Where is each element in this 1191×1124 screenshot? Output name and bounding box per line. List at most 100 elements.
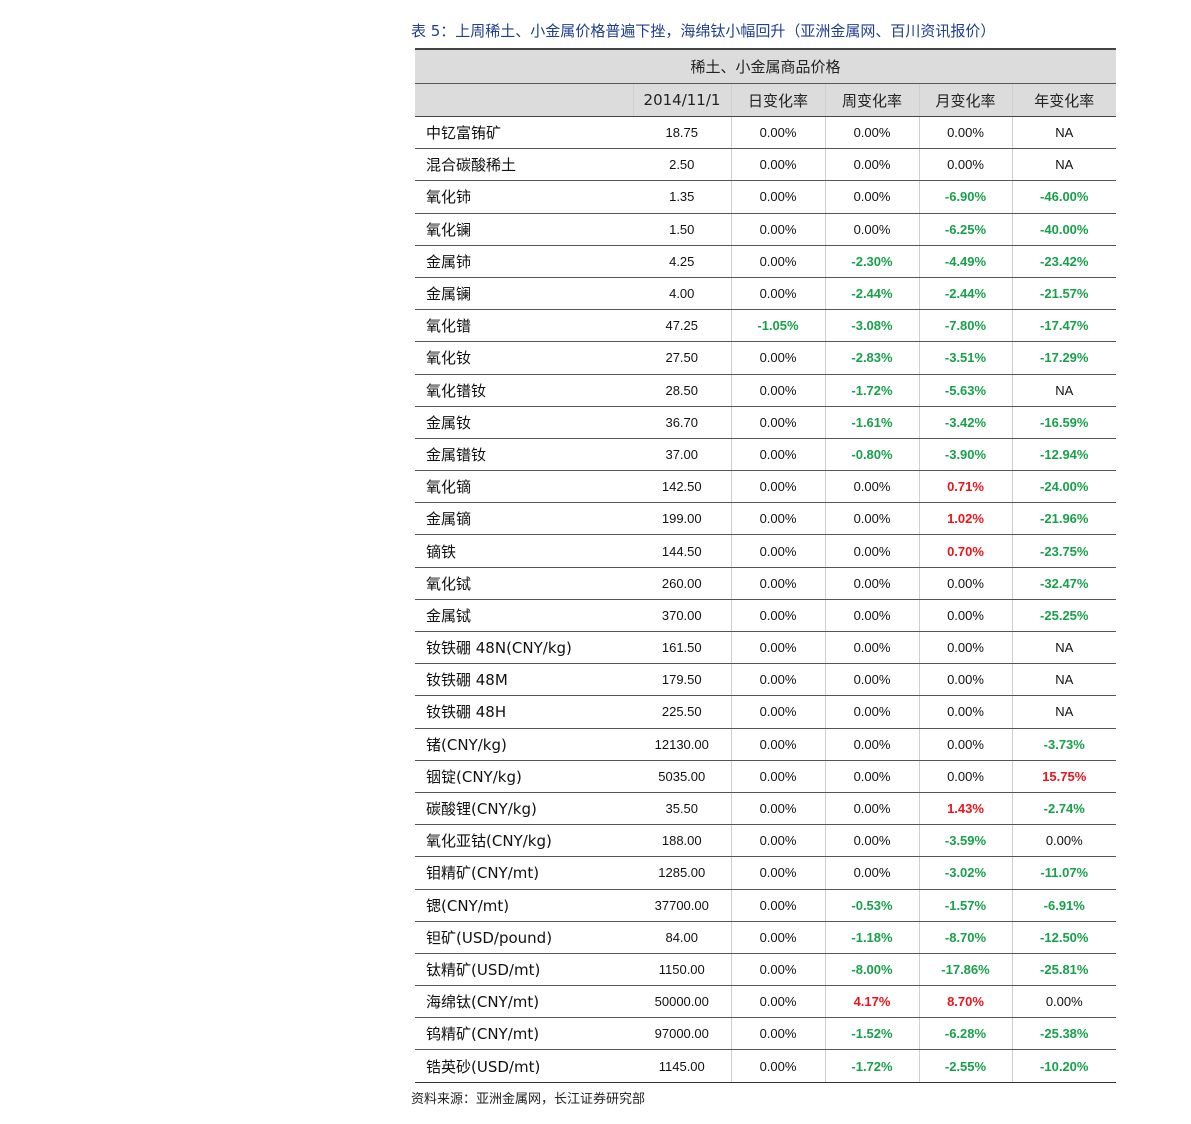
table-group-header: 稀土、小金属商品价格 <box>415 48 1117 84</box>
cell-price: 1150.00 <box>633 953 731 987</box>
column-header-monthly-change: 月变化率 <box>918 83 1012 117</box>
cell-weekly-change: 0.00% <box>824 824 919 858</box>
cell-yearly-change: -23.42% <box>1011 245 1117 278</box>
cell-daily-change: 0.00% <box>730 470 825 504</box>
cell-name: 氧化钕 <box>415 341 633 375</box>
cell-yearly-change: -12.50% <box>1011 921 1117 954</box>
table-row: 金属镨钕 37.00 0.00% -0.80% -3.90% -12.94% <box>415 438 1117 472</box>
cell-name: 锗(CNY/kg) <box>415 728 633 761</box>
cell-yearly-change: NA <box>1011 374 1117 407</box>
cell-name: 氧化镧 <box>415 213 633 246</box>
cell-daily-change: 0.00% <box>730 406 825 439</box>
cell-price: 179.50 <box>633 663 731 697</box>
cell-monthly-change: 0.00% <box>918 663 1012 697</box>
cell-yearly-change: 0.00% <box>1011 985 1117 1019</box>
table-row: 金属镝 199.00 0.00% 0.00% 1.02% -21.96% <box>415 502 1117 536</box>
table-row: 海绵钛(CNY/mt) 50000.00 0.00% 4.17% 8.70% 0.00% <box>415 985 1117 1019</box>
cell-price: 1.35 <box>633 180 731 214</box>
cell-name: 钽矿(USD/pound) <box>415 921 633 954</box>
cell-daily-change: 0.00% <box>730 502 825 536</box>
cell-yearly-change: -16.59% <box>1011 406 1117 439</box>
cell-yearly-change: -32.47% <box>1011 567 1117 600</box>
cell-price: 37700.00 <box>633 889 731 922</box>
table-row: 钕铁硼 48H 225.50 0.00% 0.00% 0.00% NA <box>415 695 1117 729</box>
table-row: 氧化镧 1.50 0.00% 0.00% -6.25% -40.00% <box>415 213 1117 246</box>
cell-daily-change: 0.00% <box>730 438 825 472</box>
cell-daily-change: 0.00% <box>730 792 825 826</box>
cell-monthly-change: -17.86% <box>918 953 1012 987</box>
cell-price: 199.00 <box>633 502 731 536</box>
cell-price: 36.70 <box>633 406 731 439</box>
cell-monthly-change: 0.00% <box>918 631 1012 665</box>
cell-monthly-change: -2.55% <box>918 1049 1012 1083</box>
table-body: 中钇富铕矿 18.75 0.00% 0.00% 0.00% NA 混合碳酸稀土 2.50 0.0… <box>415 116 1117 1083</box>
table-row: 金属铈 4.25 0.00% -2.30% -4.49% -23.42% <box>415 245 1117 278</box>
cell-name: 钨精矿(CNY/mt) <box>415 1017 633 1051</box>
cell-price: 1145.00 <box>633 1049 731 1083</box>
table-caption: 表 5：上周稀土、小金属价格普遍下挫，海绵钛小幅回升（亚洲金属网、百川资讯报价） <box>411 22 996 40</box>
cell-monthly-change: -7.80% <box>918 309 1012 343</box>
cell-yearly-change: -11.07% <box>1011 856 1117 890</box>
cell-price: 47.25 <box>633 309 731 343</box>
cell-monthly-change: 0.00% <box>918 728 1012 761</box>
cell-monthly-change: -6.90% <box>918 180 1012 214</box>
cell-price: 4.00 <box>633 277 731 311</box>
column-header-name <box>415 83 633 117</box>
cell-yearly-change: -17.29% <box>1011 341 1117 375</box>
table-row: 钛精矿(USD/mt) 1150.00 0.00% -8.00% -17.86% -25.… <box>415 953 1117 987</box>
column-header-date: 2014/11/1 <box>632 83 731 117</box>
cell-weekly-change: 0.00% <box>824 502 919 536</box>
cell-yearly-change: -2.74% <box>1011 792 1117 826</box>
cell-weekly-change: 0.00% <box>824 631 919 665</box>
cell-yearly-change: NA <box>1011 116 1117 150</box>
cell-price: 84.00 <box>633 921 731 954</box>
cell-yearly-change: NA <box>1011 148 1117 182</box>
cell-monthly-change: -3.59% <box>918 824 1012 858</box>
cell-monthly-change: -4.49% <box>918 245 1012 278</box>
cell-weekly-change: -2.30% <box>824 245 919 278</box>
cell-name: 海绵钛(CNY/mt) <box>415 985 633 1019</box>
cell-daily-change: 0.00% <box>730 245 825 278</box>
cell-daily-change: 0.00% <box>730 728 825 761</box>
table-row: 钽矿(USD/pound) 84.00 0.00% -1.18% -8.70% -12.5… <box>415 921 1117 954</box>
cell-daily-change: -1.05% <box>730 309 825 343</box>
cell-monthly-change: -3.02% <box>918 856 1012 890</box>
cell-price: 188.00 <box>633 824 731 858</box>
cell-yearly-change: NA <box>1011 695 1117 729</box>
cell-name: 锆英砂(USD/mt) <box>415 1049 633 1083</box>
cell-weekly-change: 0.00% <box>824 470 919 504</box>
cell-weekly-change: 0.00% <box>824 728 919 761</box>
table-row: 金属钕 36.70 0.00% -1.61% -3.42% -16.59% <box>415 406 1117 439</box>
cell-monthly-change: -3.51% <box>918 341 1012 375</box>
table-row: 氧化钕 27.50 0.00% -2.83% -3.51% -17.29% <box>415 341 1117 375</box>
cell-name: 氧化镨 <box>415 309 633 343</box>
cell-weekly-change: -1.61% <box>824 406 919 439</box>
cell-name: 锶(CNY/mt) <box>415 889 633 922</box>
cell-daily-change: 0.00% <box>730 1049 825 1083</box>
cell-price: 12130.00 <box>633 728 731 761</box>
cell-name: 铟锭(CNY/kg) <box>415 760 633 793</box>
cell-price: 37.00 <box>633 438 731 472</box>
cell-yearly-change: 0.00% <box>1011 824 1117 858</box>
cell-price: 2.50 <box>633 148 731 182</box>
cell-yearly-change: -25.38% <box>1011 1017 1117 1051</box>
cell-weekly-change: -2.44% <box>824 277 919 311</box>
cell-monthly-change: -5.63% <box>918 374 1012 407</box>
cell-daily-change: 0.00% <box>730 567 825 600</box>
table-row: 金属镧 4.00 0.00% -2.44% -2.44% -21.57% <box>415 277 1117 311</box>
table-row: 镝铁 144.50 0.00% 0.00% 0.70% -23.75% <box>415 534 1117 568</box>
cell-daily-change: 0.00% <box>730 953 825 987</box>
cell-daily-change: 0.00% <box>730 889 825 922</box>
cell-monthly-change: 1.43% <box>918 792 1012 826</box>
cell-monthly-change: 0.00% <box>918 148 1012 182</box>
cell-yearly-change: -17.47% <box>1011 309 1117 343</box>
table-row: 中钇富铕矿 18.75 0.00% 0.00% 0.00% NA <box>415 116 1117 150</box>
cell-yearly-change: -24.00% <box>1011 470 1117 504</box>
table-row: 钕铁硼 48M 179.50 0.00% 0.00% 0.00% NA <box>415 663 1117 697</box>
table-row: 混合碳酸稀土 2.50 0.00% 0.00% 0.00% NA <box>415 148 1117 182</box>
cell-monthly-change: 1.02% <box>918 502 1012 536</box>
cell-price: 370.00 <box>633 599 731 633</box>
cell-weekly-change: 0.00% <box>824 792 919 826</box>
cell-weekly-change: 0.00% <box>824 856 919 890</box>
cell-price: 27.50 <box>633 341 731 375</box>
